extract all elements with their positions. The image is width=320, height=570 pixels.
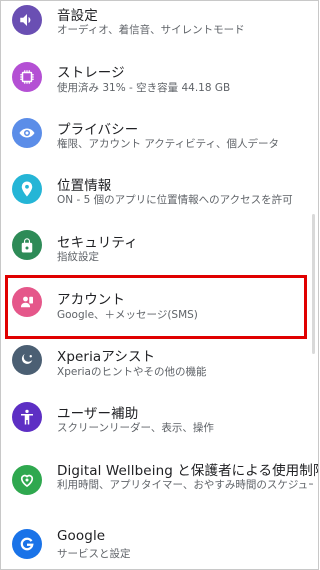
settings-item-subtitle: 権限、アカウント アクティビティ、個人データ xyxy=(57,138,280,150)
settings-item-title: プライバシー xyxy=(57,122,139,138)
settings-item-privacy[interactable]: プライバシー 権限、アカウント アクティビティ、個人データ xyxy=(1,111,311,167)
settings-item-title: Google xyxy=(57,528,106,544)
digital-wellbeing-icon xyxy=(12,465,42,495)
settings-item-xperia-assist[interactable]: Xperiaアシスト Xperiaのヒントやその他の機能 xyxy=(1,337,311,393)
settings-item-subtitle: 利用時間、アプリタイマー、おやすみ時間のスケジュール xyxy=(57,479,313,491)
settings-item-title: Digital Wellbeing と保護者による使用制限 xyxy=(57,463,319,479)
settings-item-subtitle: ON - 5 個のアプリに位置情報へのアクセスを許可 xyxy=(57,194,293,206)
accessibility-icon xyxy=(12,402,42,432)
settings-item-digital-wellbeing[interactable]: Digital Wellbeing と保護者による使用制限 利用時間、アプリタイ… xyxy=(1,450,318,506)
location-pin-icon xyxy=(12,174,42,204)
settings-item-subtitle: スクリーンリーダー、表示、操作 xyxy=(57,422,214,434)
settings-item-location[interactable]: 位置情報 ON - 5 個のアプリに位置情報へのアクセスを許可 xyxy=(1,167,311,223)
settings-item-subtitle: オーディオ、着信音、サイレントモード xyxy=(57,24,245,36)
settings-item-sound[interactable]: 音設定 オーディオ、着信音、サイレントモード xyxy=(1,1,311,57)
settings-item-subtitle: Xperiaのヒントやその他の機能 xyxy=(57,366,207,378)
lock-icon xyxy=(12,230,42,260)
scrollbar[interactable] xyxy=(312,214,315,354)
settings-item-security[interactable]: セキュリティ 指紋設定 xyxy=(1,223,311,279)
settings-item-google[interactable]: Google サービスと設定 xyxy=(1,521,311,569)
volume-icon xyxy=(12,5,42,35)
settings-item-storage[interactable]: ストレージ 使用済み 31% - 空き容量 44.18 GB xyxy=(1,56,311,112)
settings-item-title: ストレージ xyxy=(57,65,125,81)
highlight-box xyxy=(5,275,307,339)
settings-item-title: セキュリティ xyxy=(57,235,138,251)
settings-item-title: 位置情報 xyxy=(57,178,112,194)
settings-item-subtitle: サービスと設定 xyxy=(57,548,131,560)
settings-item-subtitle: 指紋設定 xyxy=(57,251,99,263)
storage-icon xyxy=(12,62,42,92)
settings-item-accessibility[interactable]: ユーザー補助 スクリーンリーダー、表示、操作 xyxy=(1,393,311,449)
settings-item-subtitle: 使用済み 31% - 空き容量 44.18 GB xyxy=(57,82,231,94)
privacy-eye-icon xyxy=(12,118,42,148)
settings-item-title: Xperiaアシスト xyxy=(57,349,156,365)
settings-screen: 音設定 オーディオ、着信音、サイレントモード ストレージ 使用済み 31% - … xyxy=(0,0,319,570)
settings-item-title: ユーザー補助 xyxy=(57,406,139,422)
xperia-assist-icon xyxy=(12,345,42,375)
settings-item-title: 音設定 xyxy=(57,8,98,24)
google-icon xyxy=(12,529,42,559)
